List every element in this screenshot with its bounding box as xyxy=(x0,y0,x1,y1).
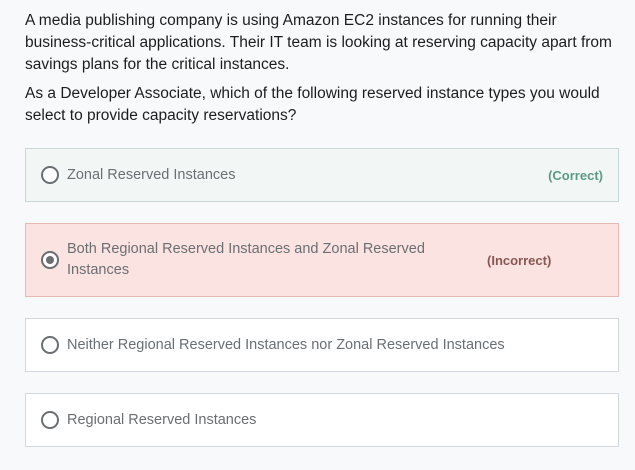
answer-option-label: Regional Reserved Instances xyxy=(67,411,257,428)
answer-option-neither[interactable]: Neither Regional Reserved Instances nor … xyxy=(25,318,619,372)
radio-unchecked-icon[interactable] xyxy=(41,336,59,354)
incorrect-badge: (Incorrect) xyxy=(487,252,552,268)
answer-option-regional[interactable]: Regional Reserved Instances xyxy=(25,393,619,447)
answer-option-label: Both Regional Reserved Instances and Zon… xyxy=(67,241,425,278)
question-paragraph-1: A media publishing company is using Amaz… xyxy=(25,12,612,73)
answer-option-label: Zonal Reserved Instances xyxy=(67,166,236,183)
radio-checked-icon[interactable] xyxy=(41,251,59,269)
answer-option-zonal[interactable]: Zonal Reserved Instances (Correct) xyxy=(25,148,619,202)
answer-option-label: Neither Regional Reserved Instances nor … xyxy=(67,336,505,353)
answer-option-both[interactable]: Both Regional Reserved Instances and Zon… xyxy=(25,223,619,297)
correct-badge: (Correct) xyxy=(548,167,603,183)
question-paragraph-2: As a Developer Associate, which of the f… xyxy=(25,85,600,124)
question-text: A media publishing company is using Amaz… xyxy=(25,10,620,134)
radio-unchecked-icon[interactable] xyxy=(41,411,59,429)
answer-options: Zonal Reserved Instances (Correct) Both … xyxy=(25,148,619,468)
radio-unchecked-icon[interactable] xyxy=(41,166,59,184)
